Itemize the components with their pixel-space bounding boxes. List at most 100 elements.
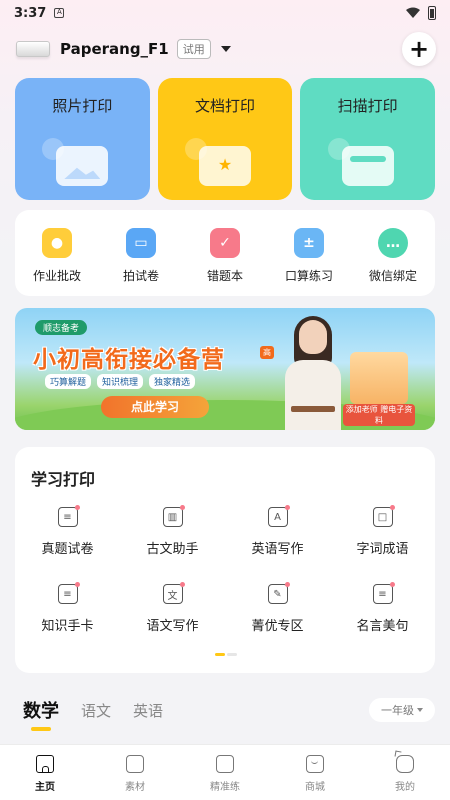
tool-label: 作业批改: [32, 269, 81, 283]
study-print-title: 学习打印: [31, 470, 96, 489]
photo-print-label: 照片打印: [52, 97, 113, 115]
scan-print-label: 扫描打印: [337, 97, 398, 115]
study-item-chinese-writing[interactable]: 文 语文写作: [120, 582, 225, 634]
status-bar: 3:37 A: [0, 0, 450, 26]
tool-mistake-book[interactable]: ✓ 错题本: [183, 210, 267, 296]
exam-paper-icon: ≡: [57, 505, 80, 527]
nav-label: 我的: [395, 782, 415, 793]
banner-gift-box-image: [350, 352, 408, 404]
study-item-knowledge-cards[interactable]: ≡ 知识手卡: [15, 582, 120, 634]
english-writing-icon: A: [267, 505, 290, 527]
study-item-famous-quotes[interactable]: ≡ 名言美句: [330, 582, 435, 634]
tool-label: 口算练习: [284, 269, 333, 283]
status-time: 3:37: [14, 5, 47, 21]
tool-photo-exam[interactable]: ▭ 拍试卷: [99, 210, 183, 296]
study-page-indicator: [215, 653, 237, 656]
nav-shop[interactable]: 商城: [270, 745, 360, 800]
subject-tabs: 数学 语文 英语 一年级: [23, 693, 435, 731]
folder-icon: [185, 138, 251, 186]
tool-homework-grading[interactable]: ● 作业批改: [15, 210, 99, 296]
nav-materials[interactable]: 素材: [90, 745, 180, 800]
banner-vertical-label: 高: [260, 346, 274, 359]
nav-practice[interactable]: 精准练: [180, 745, 270, 800]
tools-panel: ● 作业批改 ▭ 拍试卷 ✓ 错题本 ± 口算练习 … 微信绑定: [15, 210, 435, 296]
photo-print-card[interactable]: 照片打印: [15, 78, 150, 200]
device-dropdown-icon[interactable]: [220, 46, 231, 52]
study-item-label: 真题试卷: [41, 542, 94, 557]
study-item-label: 知识手卡: [41, 619, 94, 634]
study-item-jingyou-zone[interactable]: ✎ 菁优专区: [225, 582, 330, 634]
study-item-classical-chinese[interactable]: ▥ 古文助手: [120, 505, 225, 557]
device-header: Paperang_F1 试用 +: [16, 32, 436, 66]
printer-icon[interactable]: [16, 41, 50, 57]
document-print-label: 文档打印: [195, 97, 256, 115]
banner-tag: 巧算解题: [45, 374, 92, 389]
grade-select-value: 一年级: [381, 704, 414, 717]
banner-gift-label: 添加老师 赠电子资料: [343, 404, 415, 426]
photo-exam-icon: ▭: [126, 228, 156, 258]
status-icons: [406, 6, 436, 20]
study-item-english-writing[interactable]: A 英语写作: [225, 505, 330, 557]
notification-icon: A: [54, 8, 65, 18]
print-cards: 照片打印 文档打印 扫描打印: [15, 78, 436, 200]
materials-icon: [126, 755, 144, 773]
study-item-label: 语文写作: [146, 619, 199, 634]
study-item-label: 名言美句: [356, 619, 409, 634]
nav-label: 素材: [125, 782, 145, 793]
flashcard-icon: ≡: [57, 582, 80, 604]
tool-mental-math[interactable]: ± 口算练习: [267, 210, 351, 296]
calculator-icon: ±: [294, 228, 324, 258]
tool-label: 拍试卷: [122, 269, 159, 283]
banner-tags: 巧算解题 知识梳理 独家精选: [45, 374, 196, 389]
page-dot-active: [215, 653, 225, 656]
photo-icon: [42, 138, 109, 186]
grade-select[interactable]: 一年级: [369, 698, 435, 722]
study-item-label: 字词成语: [356, 542, 409, 557]
banner-presenter-image: [277, 314, 349, 430]
wifi-icon: [406, 7, 420, 18]
banner-cta-button[interactable]: 点此学习: [101, 396, 209, 418]
tool-label: 微信绑定: [368, 269, 417, 283]
practice-icon: [216, 755, 234, 773]
study-item-label: 英语写作: [251, 542, 304, 557]
tab-english[interactable]: 英语: [133, 700, 163, 721]
chevron-down-icon: [417, 708, 423, 712]
shop-bag-icon: [306, 755, 324, 773]
document-print-card[interactable]: 文档打印: [157, 78, 293, 200]
battery-icon: [428, 6, 436, 20]
pencil-icon: ✎: [267, 582, 290, 604]
homework-grading-icon: ●: [42, 228, 72, 258]
scanner-icon: [327, 138, 394, 186]
trial-badge: 试用: [176, 39, 211, 59]
home-icon: [36, 755, 54, 773]
study-item-past-papers[interactable]: ≡ 真题试卷: [15, 505, 120, 557]
study-print-panel: 学习打印 ≡ 真题试卷 ▥ 古文助手 A 英语写作 □ 字词成语 ≡ 知识手卡 …: [15, 447, 435, 673]
nav-label: 精准练: [210, 782, 240, 793]
scroll-icon: ▥: [162, 505, 185, 527]
book-icon: □: [372, 505, 395, 527]
study-item-label: 菁优专区: [251, 619, 304, 634]
tab-chinese[interactable]: 语文: [81, 700, 111, 721]
study-item-idioms[interactable]: □ 字词成语: [330, 505, 435, 557]
quote-icon: ≡: [372, 582, 395, 604]
tab-math[interactable]: 数学: [23, 697, 59, 731]
wechat-icon: …: [378, 228, 408, 258]
nav-home[interactable]: 主页: [0, 745, 90, 800]
scan-print-card[interactable]: 扫描打印: [300, 78, 436, 200]
study-print-grid: ≡ 真题试卷 ▥ 古文助手 A 英语写作 □ 字词成语 ≡ 知识手卡 文 语文写…: [15, 505, 435, 634]
page-dot: [227, 653, 237, 656]
mistake-book-icon: ✓: [210, 228, 240, 258]
promo-banner[interactable]: 顺志备考 小初高衔接必备营 高 巧算解题 知识梳理 独家精选 点此学习 添加老师…: [15, 308, 435, 430]
tool-wechat-bind[interactable]: … 微信绑定: [351, 210, 435, 296]
banner-tag: 知识梳理: [97, 374, 144, 389]
add-device-button[interactable]: +: [402, 32, 436, 66]
device-name[interactable]: Paperang_F1: [60, 40, 169, 58]
banner-chip: 顺志备考: [35, 320, 88, 335]
nav-label: 商城: [305, 782, 325, 793]
banner-headline: 小初高衔接必备营: [33, 347, 225, 373]
banner-tag: 独家精选: [149, 374, 196, 389]
nav-me[interactable]: 我的: [360, 745, 450, 800]
bottom-nav: 主页 素材 精准练 商城 我的: [0, 744, 450, 800]
study-item-label: 古文助手: [146, 542, 199, 557]
chinese-writing-icon: 文: [162, 582, 185, 604]
